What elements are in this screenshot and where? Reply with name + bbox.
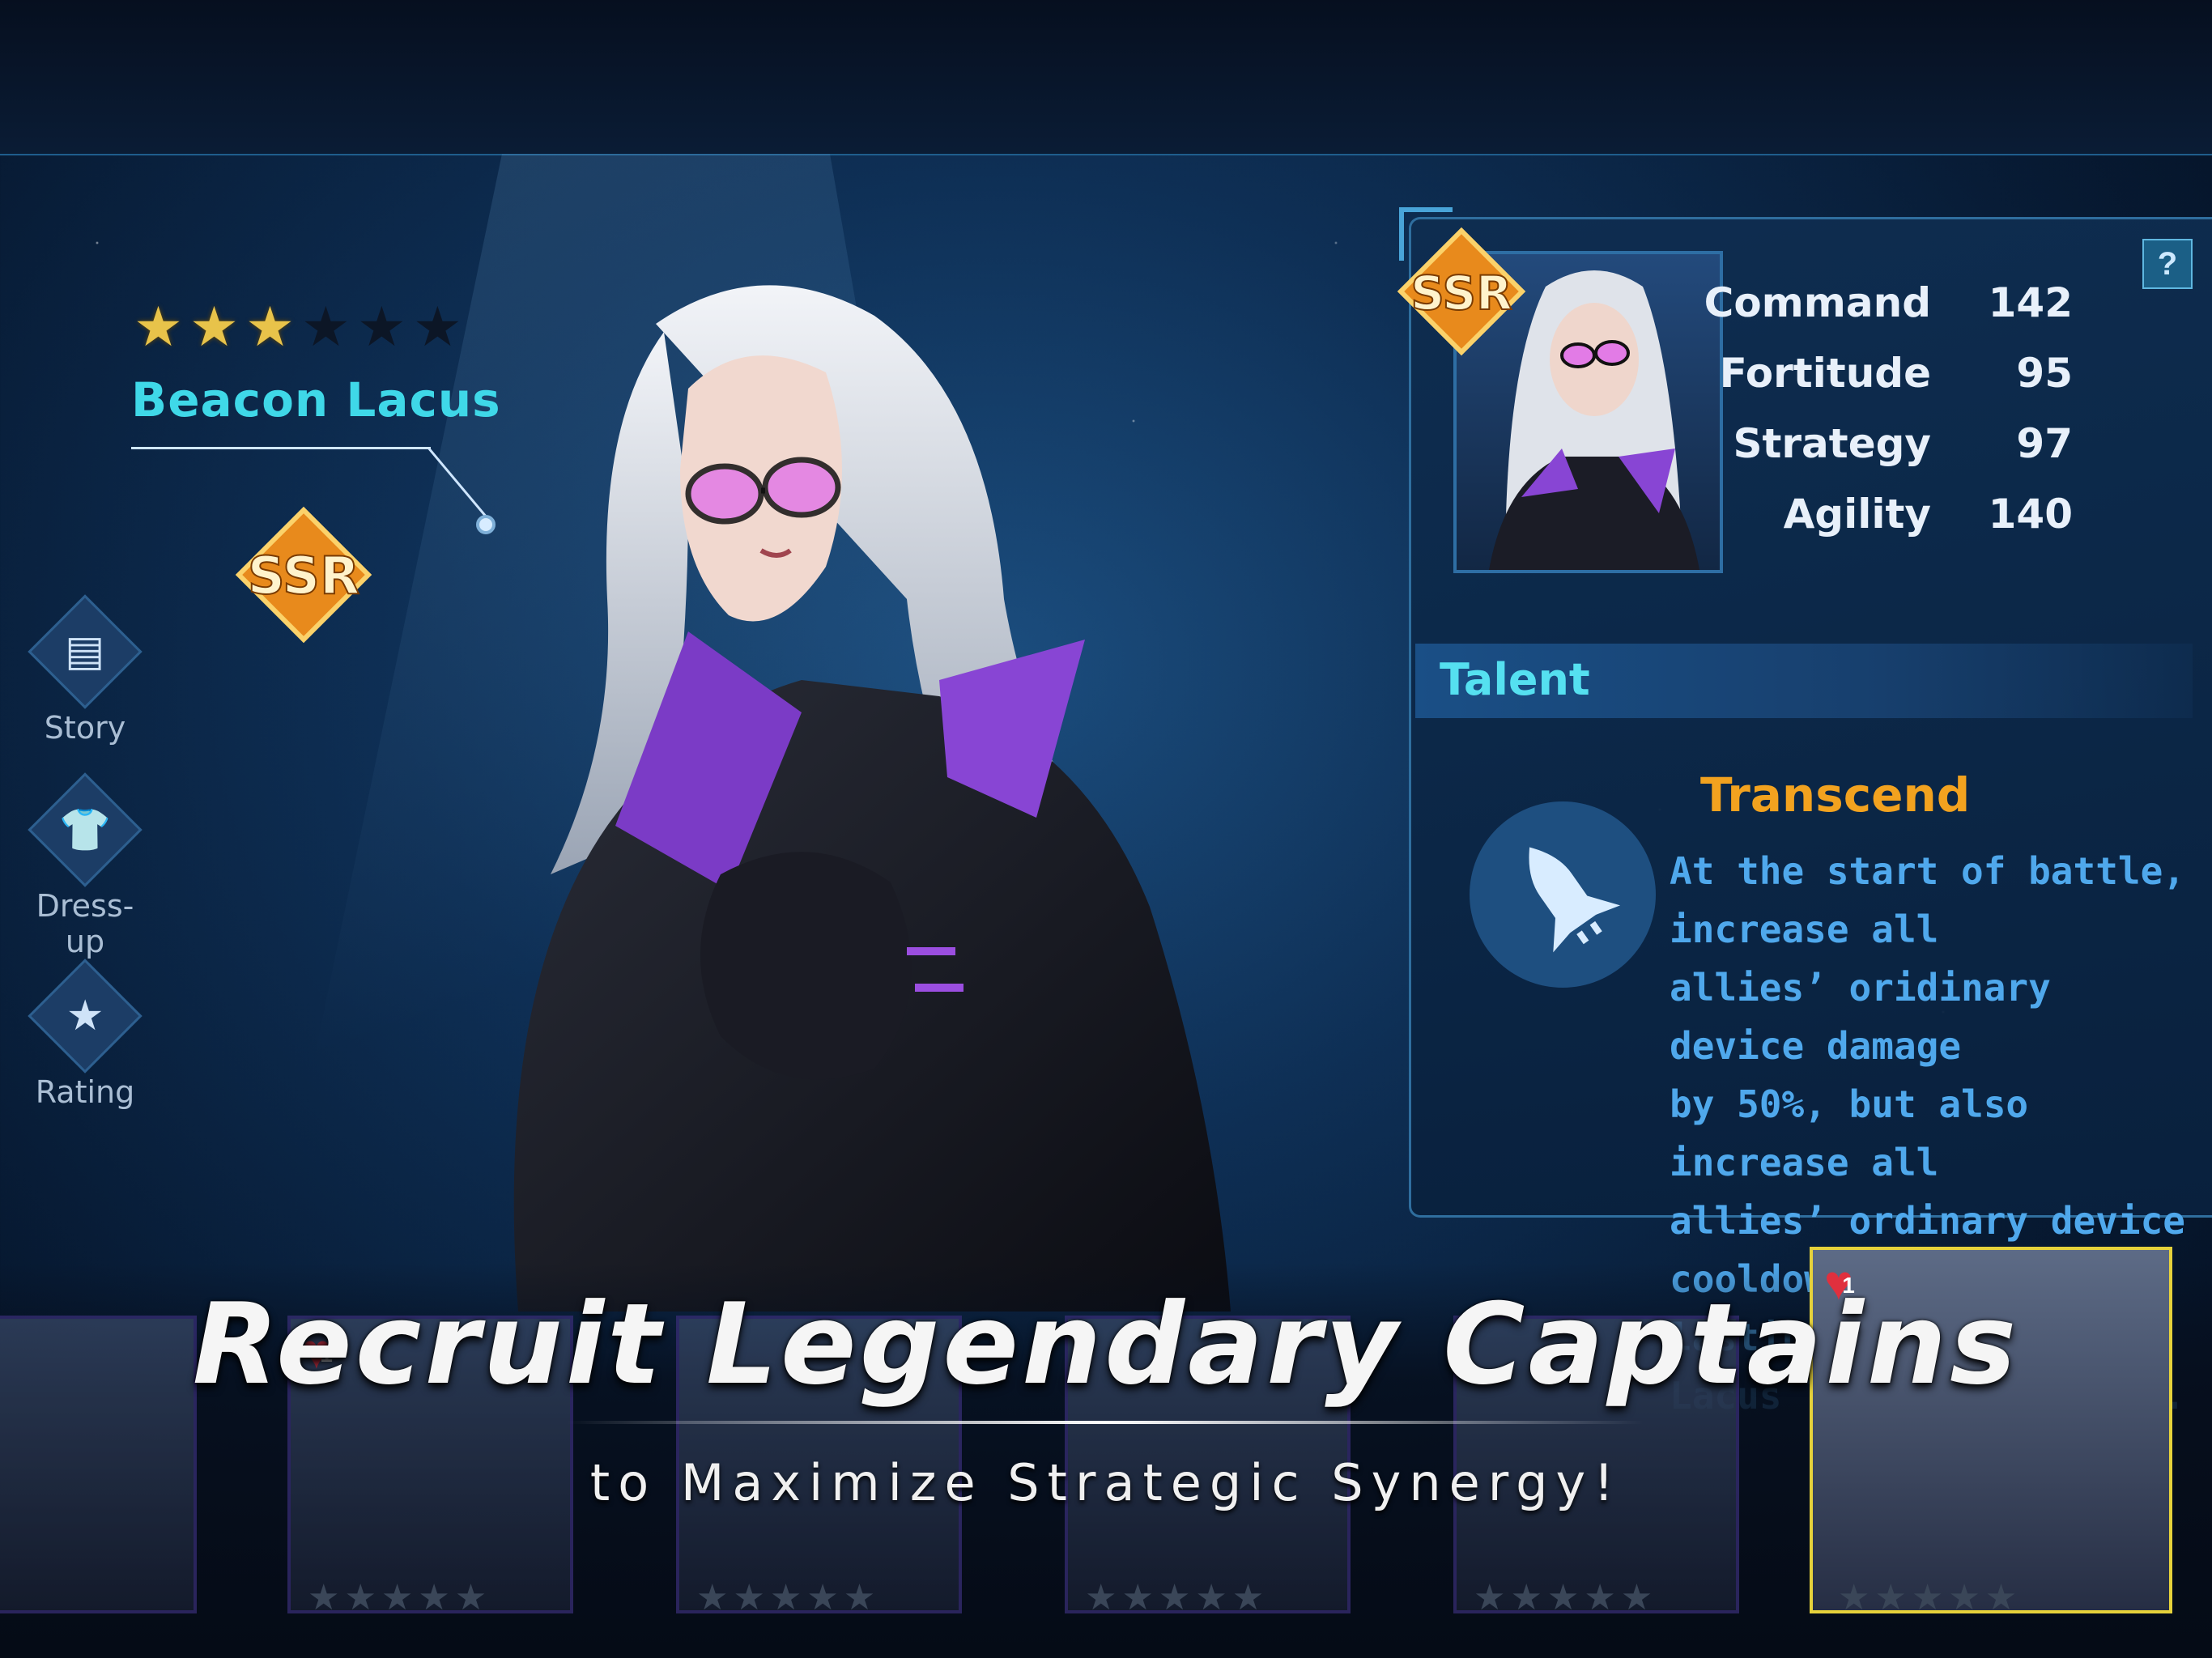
star-filled-icon: ★ bbox=[245, 296, 295, 358]
star-empty-icon: ★ bbox=[356, 296, 406, 358]
stat-label: Agility bbox=[1783, 491, 1931, 538]
card-star-row: ★★★★★ bbox=[1838, 1578, 2023, 1618]
help-button[interactable]: ? bbox=[2142, 239, 2193, 289]
stat-value: 142 bbox=[1988, 279, 2073, 326]
star-filled-icon: ★ bbox=[189, 296, 239, 358]
promo-headline: Recruit Legendary Captains bbox=[192, 1279, 2020, 1409]
stat-value: 95 bbox=[2016, 350, 2073, 397]
name-underline bbox=[131, 447, 431, 449]
side-menu-rating[interactable]: ★ Rating bbox=[24, 959, 146, 1110]
side-menu-story[interactable]: ▤ Story bbox=[24, 594, 146, 746]
side-menu-dress-up[interactable]: 👕 Dress-up bbox=[24, 772, 146, 959]
star-empty-icon: ★ bbox=[300, 296, 351, 358]
stat-value: 97 bbox=[2016, 420, 2073, 467]
stat-row-agility: Agility 140 bbox=[1733, 491, 2073, 555]
card-star-row: ★★★★★ bbox=[1085, 1578, 1270, 1618]
talent-name: Transcend bbox=[1700, 767, 1971, 823]
ssr-rarity-badge: SSR bbox=[1397, 227, 1526, 356]
promo-subline: to Maximize Strategic Synergy! bbox=[589, 1453, 1623, 1512]
card-star-row: ★★★★★ bbox=[1474, 1578, 1658, 1618]
side-menu-label: Story bbox=[44, 710, 126, 746]
svg-text:SSR: SSR bbox=[248, 546, 360, 606]
top-bar bbox=[0, 0, 2212, 155]
captain-character-art bbox=[513, 285, 1231, 1312]
book-icon: ▤ bbox=[28, 594, 143, 709]
stat-value: 140 bbox=[1988, 491, 2073, 538]
card-star-row: ★★★★★ bbox=[696, 1578, 881, 1618]
talent-header: Talent bbox=[1440, 654, 1590, 705]
svg-text:SSR: SSR bbox=[1410, 266, 1512, 321]
side-menu-label: Rating bbox=[35, 1074, 135, 1110]
card-star-row: ★★★★★ bbox=[308, 1578, 492, 1618]
stat-label: Fortitude bbox=[1719, 350, 1931, 397]
shirt-icon: 👕 bbox=[28, 772, 143, 887]
stat-row-strategy: Strategy 97 bbox=[1733, 420, 2073, 485]
missile-icon bbox=[1470, 801, 1656, 988]
headline-divider bbox=[567, 1421, 1644, 1424]
stat-row-fortitude: Fortitude 95 bbox=[1720, 350, 2073, 414]
rating-card-icon: ★ bbox=[28, 959, 143, 1073]
side-menu-label: Dress-up bbox=[36, 888, 134, 959]
stat-label: Strategy bbox=[1733, 420, 1931, 467]
hero-star-rating: ★ ★ ★ ★ ★ ★ bbox=[134, 300, 462, 355]
stat-row-command: Command 142 bbox=[1704, 279, 2073, 344]
stat-label: Command bbox=[1704, 279, 1931, 326]
star-filled-icon: ★ bbox=[134, 296, 183, 358]
ssr-rarity-badge: SSR bbox=[235, 506, 372, 644]
